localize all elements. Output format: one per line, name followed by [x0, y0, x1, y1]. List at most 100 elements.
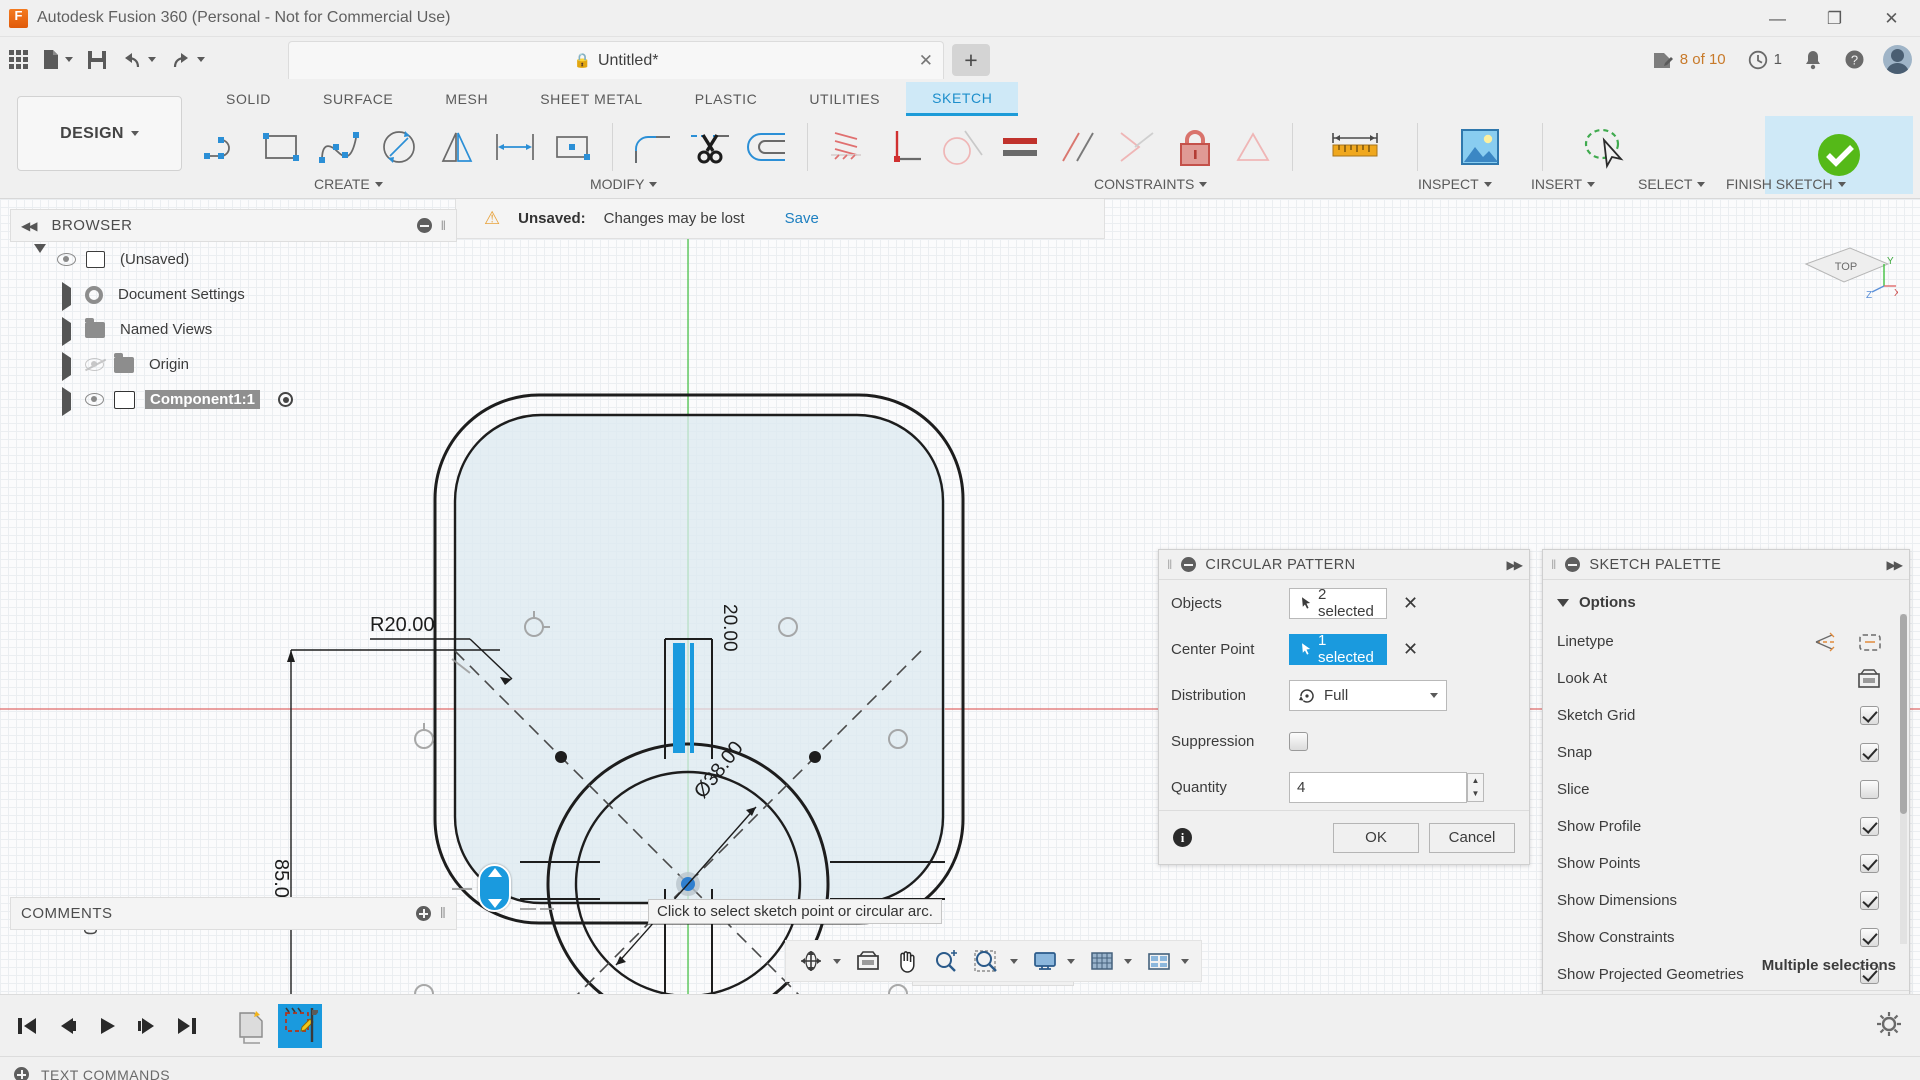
- show-points-checkbox[interactable]: [1860, 854, 1879, 873]
- construction-line-icon[interactable]: [1813, 631, 1839, 653]
- step-forward-button[interactable]: [128, 1006, 166, 1046]
- circle-plus-icon[interactable]: [416, 906, 431, 921]
- help-button[interactable]: ?: [1834, 43, 1875, 77]
- expand-right-icon[interactable]: ▶▶: [1887, 558, 1901, 572]
- trim-tool[interactable]: [681, 120, 739, 174]
- tab-utilities[interactable]: UTILITIES: [783, 82, 906, 116]
- close-button[interactable]: ✕: [1863, 0, 1920, 37]
- tab-solid[interactable]: SOLID: [200, 82, 297, 116]
- activate-component-radio[interactable]: [278, 392, 293, 407]
- center-point-clear-icon[interactable]: ✕: [1403, 639, 1418, 660]
- step-back-button[interactable]: [48, 1006, 86, 1046]
- tab-mesh[interactable]: MESH: [419, 82, 514, 116]
- timeline-feature-sketch[interactable]: [278, 1004, 322, 1048]
- avatar[interactable]: [1883, 45, 1912, 74]
- app-grid-button[interactable]: [4, 43, 33, 77]
- group-label-constraints[interactable]: CONSTRAINTS: [1094, 176, 1207, 192]
- cloud-credits-button[interactable]: 8 of 10: [1642, 43, 1736, 77]
- constraint-fix[interactable]: [1166, 120, 1224, 174]
- show-dimensions-checkbox[interactable]: [1860, 891, 1879, 910]
- new-file-button[interactable]: [37, 43, 78, 77]
- chevron-down-icon[interactable]: [1010, 959, 1018, 964]
- zoom-button[interactable]: [927, 944, 965, 978]
- save-button[interactable]: [82, 43, 112, 77]
- notifications-button[interactable]: [1794, 43, 1832, 77]
- redo-button[interactable]: [165, 43, 210, 77]
- go-to-beginning-button[interactable]: [8, 1006, 46, 1046]
- radius-dimension[interactable]: R20.00: [370, 614, 435, 637]
- chevron-down-icon[interactable]: [1181, 959, 1189, 964]
- viewports-button[interactable]: [1140, 944, 1195, 978]
- visibility-eye-icon[interactable]: [57, 253, 76, 266]
- collapse-left-icon[interactable]: ◀◀: [21, 219, 35, 233]
- chevron-down-icon[interactable]: [1430, 693, 1438, 698]
- chevron-down-icon[interactable]: [833, 959, 841, 964]
- new-tab-button[interactable]: +: [952, 44, 990, 76]
- workspace-switcher[interactable]: DESIGN: [17, 96, 182, 171]
- rectangle-tool[interactable]: [254, 120, 312, 174]
- objects-clear-icon[interactable]: ✕: [1403, 593, 1418, 614]
- mirror-tool[interactable]: [428, 120, 486, 174]
- text-commands-label[interactable]: TEXT COMMANDS: [41, 1067, 170, 1080]
- go-to-end-button[interactable]: [168, 1006, 206, 1046]
- group-label-modify[interactable]: MODIFY: [590, 176, 657, 192]
- info-icon[interactable]: i: [1173, 828, 1192, 847]
- expander-icon[interactable]: [62, 288, 75, 301]
- minimize-button[interactable]: —: [1749, 0, 1806, 37]
- timeline-settings-button[interactable]: [1876, 1011, 1902, 1041]
- group-label-insert[interactable]: INSERT: [1531, 176, 1595, 192]
- circle-minus-icon[interactable]: [1565, 557, 1580, 572]
- look-at-button[interactable]: [849, 944, 887, 978]
- line-tool[interactable]: [196, 120, 254, 174]
- constraint-parallel[interactable]: [1050, 120, 1108, 174]
- options-section-header[interactable]: Options: [1543, 586, 1909, 623]
- view-cube[interactable]: TOP Y X Z: [1788, 234, 1868, 294]
- save-link[interactable]: Save: [785, 210, 819, 227]
- browser-item-component1[interactable]: Component1:1: [10, 382, 457, 417]
- width-dimension[interactable]: 20.00: [718, 604, 740, 652]
- center-rectangle-tool[interactable]: [544, 120, 602, 174]
- circle-plus-icon[interactable]: [14, 1067, 29, 1080]
- job-status-button[interactable]: 1: [1738, 43, 1792, 77]
- snap-checkbox[interactable]: [1860, 743, 1879, 762]
- sketch-palette[interactable]: ‖ SKETCH PALETTE ▶▶ Options Linetype: [1542, 549, 1910, 994]
- panel-gripper[interactable]: ‖: [1551, 557, 1556, 572]
- constraint-symmetry[interactable]: [1224, 120, 1282, 174]
- quantity-stepper[interactable]: ▲ ▼: [1467, 773, 1484, 802]
- pan-button[interactable]: [889, 944, 925, 978]
- constraint-tangent[interactable]: [934, 120, 992, 174]
- circle-tool[interactable]: [370, 120, 428, 174]
- stepper-up-icon[interactable]: ▲: [1468, 774, 1483, 788]
- undo-button[interactable]: [116, 43, 161, 77]
- document-tab-close-icon[interactable]: ✕: [919, 51, 933, 71]
- ok-button[interactable]: OK: [1333, 823, 1419, 853]
- objects-selection-field[interactable]: 2 selected: [1289, 588, 1387, 619]
- offset-curve-tool[interactable]: [739, 120, 797, 174]
- browser-item-document-settings[interactable]: Document Settings: [10, 277, 457, 312]
- constraint-midpoint[interactable]: [1108, 120, 1166, 174]
- drag-handle[interactable]: [478, 864, 511, 912]
- timeline-feature-new-component[interactable]: [230, 1004, 274, 1048]
- grid-snaps-button[interactable]: [1083, 944, 1138, 978]
- tab-sheet-metal[interactable]: SHEET METAL: [514, 82, 669, 116]
- tab-surface[interactable]: SURFACE: [297, 82, 419, 116]
- offset-tool[interactable]: [486, 120, 544, 174]
- orbit-button[interactable]: [792, 944, 847, 978]
- expander-icon[interactable]: [62, 358, 75, 371]
- show-profile-checkbox[interactable]: [1860, 817, 1879, 836]
- tab-plastic[interactable]: PLASTIC: [669, 82, 784, 116]
- cancel-button[interactable]: Cancel: [1429, 823, 1515, 853]
- expand-right-icon[interactable]: ▶▶: [1507, 558, 1521, 572]
- centerline-icon[interactable]: [1857, 631, 1883, 653]
- slice-checkbox[interactable]: [1860, 780, 1879, 799]
- circle-minus-icon[interactable]: [1181, 557, 1196, 572]
- tab-sketch[interactable]: SKETCH: [906, 82, 1018, 116]
- canvas-area[interactable]: R20.00 85.00 -100 20.00 Ø38.00 Click to …: [0, 199, 1920, 994]
- circle-minus-icon[interactable]: [417, 218, 432, 233]
- expander-icon[interactable]: [34, 253, 47, 266]
- distribution-select[interactable]: Full: [1289, 680, 1447, 711]
- inspect-tool[interactable]: [1303, 120, 1407, 174]
- visibility-eye-off-icon[interactable]: [85, 358, 104, 371]
- group-label-create[interactable]: CREATE: [314, 176, 383, 192]
- document-tab[interactable]: 🔒 Untitled* ✕: [288, 41, 944, 79]
